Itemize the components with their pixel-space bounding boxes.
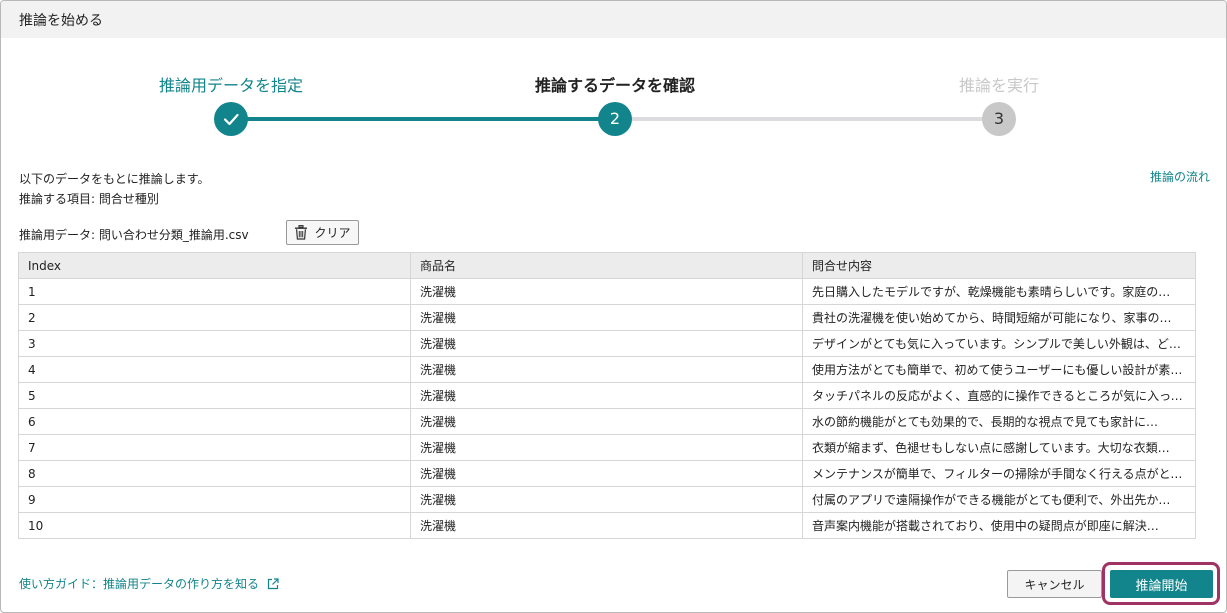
cell-inquiry: 水の節約機能がとても効果的で、長期的な視点で見ても家計に… <box>802 408 1196 435</box>
cell-product: 洗濯機 <box>410 278 803 305</box>
column-header-product: 商品名 <box>410 252 803 279</box>
dialog-titlebar: 推論を始める <box>1 1 1226 38</box>
step-3-circle: 3 <box>982 102 1016 136</box>
table-row: 10 洗濯機 音声案内機能が搭載されており、使用中の疑問点が即座に解決… <box>18 512 1196 539</box>
cell-index: 5 <box>18 382 411 409</box>
dialog-title: 推論を始める <box>19 13 103 29</box>
step-1-label: 推論用データを指定 <box>158 76 303 95</box>
cell-index: 1 <box>18 278 411 305</box>
cell-inquiry: タッチパネルの反応がよく、直感的に操作できるところが気に入って… <box>802 382 1196 409</box>
table-row: 9 洗濯機 付属のアプリで遠隔操作ができる機能がとても便利で、外出先か… <box>18 486 1196 513</box>
table-row: 4 洗濯機 使用方法がとても簡単で、初めて使うユーザーにも優しい設計が素… <box>18 356 1196 383</box>
table-row: 3 洗濯機 デザインがとても気に入っています。シンプルで美しい外観は、どんな… <box>18 330 1196 357</box>
table-row: 1 洗濯機 先日購入したモデルですが、乾燥機能も素晴らしいです。家庭の… <box>18 278 1196 305</box>
start-inference-button[interactable]: 推論開始 <box>1110 570 1213 598</box>
cell-index: 4 <box>18 356 411 383</box>
cell-product: 洗濯機 <box>410 460 803 487</box>
cell-inquiry: 使用方法がとても簡単で、初めて使うユーザーにも優しい設計が素… <box>802 356 1196 383</box>
usage-guide-link[interactable]: 使い方ガイド：推論用データの作り方を知る <box>19 575 279 592</box>
step-3-label: 推論を実行 <box>958 76 1039 95</box>
cell-product: 洗濯機 <box>410 356 803 383</box>
cell-product: 洗濯機 <box>410 408 803 435</box>
cell-index: 10 <box>18 512 411 539</box>
data-preview-table: Index 商品名 問合せ内容 1 洗濯機 先日購入したモデルですが、乾燥機能も… <box>18 252 1196 539</box>
cancel-button[interactable]: キャンセル <box>1007 570 1102 598</box>
cell-index: 7 <box>18 434 411 461</box>
table-row: 6 洗濯機 水の節約機能がとても効果的で、長期的な視点で見ても家計に… <box>18 408 1196 435</box>
table-row: 8 洗濯機 メンテナンスが簡単で、フィルターの掃除が手間なく行える点がとて… <box>18 460 1196 487</box>
step-2-circle: 2 <box>598 102 632 136</box>
cell-inquiry: 貴社の洗濯機を使い始めてから、時間短縮が可能になり、家事の… <box>802 304 1196 331</box>
clear-button[interactable]: クリア <box>286 220 359 245</box>
cell-product: 洗濯機 <box>410 486 803 513</box>
cell-product: 洗濯機 <box>410 434 803 461</box>
table-header-row: Index 商品名 問合せ内容 <box>18 252 1196 279</box>
start-inference-dialog: 推論を始める 推論用データを指定 推論するデータを確認 推論を実行 2 3 以下… <box>0 0 1227 613</box>
inference-flow-link[interactable]: 推論の流れ <box>1150 168 1210 185</box>
cell-index: 2 <box>18 304 411 331</box>
file-label: 推論用データ: 問い合わせ分類_推論用.csv <box>19 228 249 242</box>
cell-index: 3 <box>18 330 411 357</box>
step-1-circle <box>214 102 248 136</box>
external-link-icon <box>267 577 279 589</box>
cell-inquiry: メンテナンスが簡単で、フィルターの掃除が手間なく行える点がとて… <box>802 460 1196 487</box>
description-text: 以下のデータをもとに推論します。 <box>19 172 210 186</box>
column-header-inquiry: 問合せ内容 <box>802 252 1196 279</box>
target-item-text: 推論する項目: 問合せ種別 <box>19 192 159 206</box>
cell-product: 洗濯機 <box>410 304 803 331</box>
cell-inquiry: 先日購入したモデルですが、乾燥機能も素晴らしいです。家庭の… <box>802 278 1196 305</box>
table-row: 2 洗濯機 貴社の洗濯機を使い始めてから、時間短縮が可能になり、家事の… <box>18 304 1196 331</box>
table-row: 5 洗濯機 タッチパネルの反応がよく、直感的に操作できるところが気に入って… <box>18 382 1196 409</box>
cell-index: 9 <box>18 486 411 513</box>
cell-product: 洗濯機 <box>410 330 803 357</box>
clear-button-label: クリア <box>314 226 351 240</box>
cell-inquiry: 付属のアプリで遠隔操作ができる機能がとても便利で、外出先か… <box>802 486 1196 513</box>
step-connector-done <box>247 117 599 121</box>
cell-index: 6 <box>18 408 411 435</box>
cell-index: 8 <box>18 460 411 487</box>
cell-inquiry: デザインがとても気に入っています。シンプルで美しい外観は、どんな… <box>802 330 1196 357</box>
cell-inquiry: 衣類が縮まず、色褪せもしない点に感謝しています。大切な衣類… <box>802 434 1196 461</box>
column-header-index: Index <box>18 252 411 279</box>
usage-guide-label: 使い方ガイド：推論用データの作り方を知る <box>19 577 260 591</box>
trash-icon <box>295 225 308 240</box>
step-2-label: 推論するデータを確認 <box>534 76 695 95</box>
cell-inquiry: 音声案内機能が搭載されており、使用中の疑問点が即座に解決… <box>802 512 1196 539</box>
cell-product: 洗濯機 <box>410 382 803 409</box>
check-icon <box>223 113 239 126</box>
table-row: 7 洗濯機 衣類が縮まず、色褪せもしない点に感謝しています。大切な衣類… <box>18 434 1196 461</box>
step-connector-pending <box>631 117 983 121</box>
cell-product: 洗濯機 <box>410 512 803 539</box>
